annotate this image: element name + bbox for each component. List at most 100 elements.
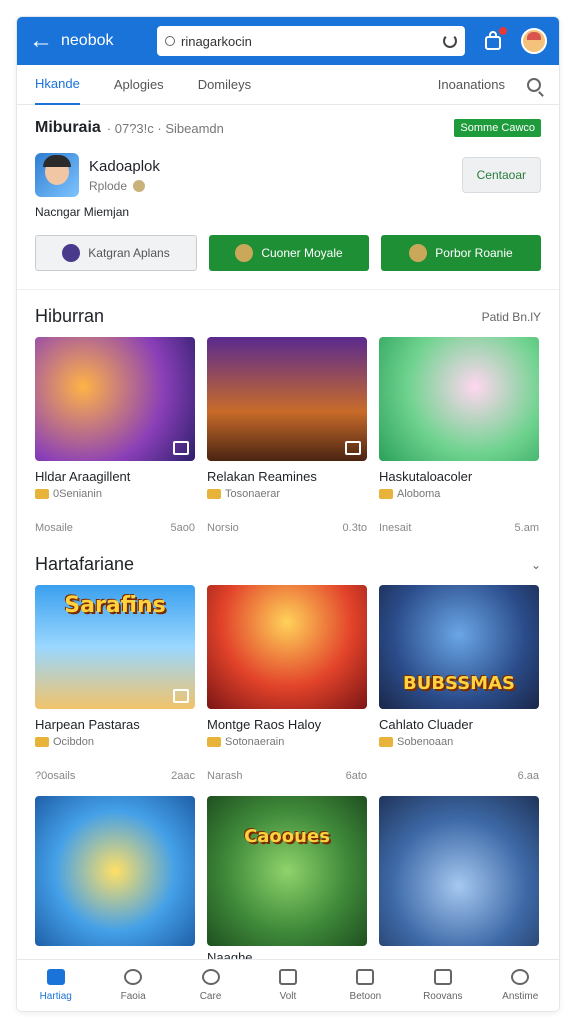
nav-label: Care [199,991,222,1002]
row-more-link[interactable]: Patid Bn.lY [482,310,541,324]
game-sub: Sotonaerain [207,736,367,748]
game-sub-text: Tosonaerar [225,488,281,500]
nav-anstime[interactable]: Anstime [482,960,559,1011]
nav-home[interactable]: Hartiag [17,960,94,1011]
nav-label: Roovans [423,991,463,1002]
section-title: Miburaia [35,119,101,136]
game-title: Relakan Reamines [207,469,317,484]
search-icon[interactable] [527,77,541,92]
section-meta: · 07?3!c · Sibeamdn [106,120,224,136]
profile-icon [511,969,530,985]
action-button-3-label: Porbor Roanie [435,246,513,260]
profile-row: Kadoaplok Rplode Centaoar [17,137,559,197]
game-card[interactable]: Haskutaloacoler Aloboma Inesait 5.am [379,337,539,534]
game-thumbnail [207,337,367,461]
card-grid: Caooues Naaghe [17,796,559,965]
feather-icon [62,244,81,262]
tab-apps[interactable]: Aplogies [114,65,164,104]
search-icon [201,969,220,985]
game-sub-text: Aloboma [397,488,441,500]
row-title: Hartafariane [35,554,135,574]
game-title: Haskutaloacoler [379,469,473,484]
coin-icon [133,179,146,192]
nav-label: Hartiag [39,991,72,1002]
nav-label: Betoon [349,991,382,1002]
game-card[interactable]: BUBSSMAS Cahlato Cluader Sobenoaan 6.aa [379,585,539,782]
action-buttons: Katgran Aplans Cuoner Moyale Porbor Roan… [17,219,559,271]
row-title: Hiburran [35,306,105,326]
game-thumbnail [35,796,195,946]
game-thumbnail [207,585,367,709]
address-text: rinagarkocin [181,33,252,49]
game-thumbnail [35,337,195,461]
game-card[interactable] [379,796,539,965]
game-card[interactable] [35,796,195,965]
game-card[interactable]: Montge Raos Haloy Sotonaerain Narash 6ato [207,585,367,782]
game-footer: Inesait 5.am [379,522,539,534]
game-sub: Tosonaerar [207,488,367,500]
contact-button[interactable]: Centaoar [461,157,541,193]
back-arrow-icon[interactable]: ← [29,29,53,53]
game-footer-left: Norsio [207,522,239,534]
game-sub-text: Sotonaerain [225,736,285,748]
action-button-3[interactable]: Porbor Roanie [381,235,541,271]
game-footer-right: 0.3to [342,522,367,534]
tag-icon [35,737,49,747]
address-bar[interactable]: rinagarkocin [157,26,465,56]
section-header: Miburaia · 07?3!c · Sibeamdn Somme Cawco [17,105,559,137]
game-footer-right: 6ato [345,770,367,782]
nav-care[interactable]: Care [172,960,249,1011]
nav-search[interactable]: Faoia [94,960,171,1011]
profile-avatar [35,153,79,197]
action-button-1[interactable]: Katgran Aplans [35,235,197,271]
refresh-icon[interactable] [443,34,457,48]
game-sub-text: Sobenoaan [397,736,454,748]
profile-sub: Rplode [89,179,160,193]
nav-label: Anstime [502,991,539,1002]
game-footer-right: 6.aa [517,770,539,782]
chevron-down-icon[interactable]: ⌄ [531,558,541,572]
tab-domains[interactable]: Domileys [198,65,251,104]
card-grid: Hldar Araagillent 0Senianin Mosaile 5ao0 … [17,337,559,534]
game-sub-text: Ocibdon [53,736,94,748]
game-logo-art: Sarafins [64,593,166,618]
game-footer: Mosaile 5ao0 [35,522,195,534]
nav-roovans[interactable]: Roovans [404,960,481,1011]
shopping-bag-icon[interactable] [483,27,507,51]
game-thumbnail [379,796,539,946]
tag-icon [207,737,221,747]
game-card[interactable]: Hldar Araagillent 0Senianin Mosaile 5ao0 [35,337,195,534]
game-footer-left: Mosaile [35,522,73,534]
card-grid: Sarafins Harpean Pastaras Ocibdon ?0osai… [17,585,559,782]
chat-icon [409,244,428,262]
game-footer: 6.aa [379,770,539,782]
game-footer-right: 5.am [514,522,539,534]
game-card[interactable]: Sarafins Harpean Pastaras Ocibdon ?0osai… [35,585,195,782]
game-card[interactable]: Caooues Naaghe [207,796,367,965]
tab-home[interactable]: Hkande [35,64,80,105]
action-button-1-label: Katgran Aplans [88,246,170,260]
game-footer-left: Inesait [379,522,412,534]
game-logo-art: Caooues [244,826,330,847]
profile-line: Nacngar Miemjan [35,205,130,219]
game-footer: Narash 6ato [207,770,367,782]
user-avatar[interactable] [521,28,547,54]
app-frame: ← neobok rinagarkocin Hkande Aplogies Do… [16,16,560,1012]
game-sub: Aloboma [379,488,539,500]
game-title: Hldar Araagillent [35,469,131,484]
coin-icon [235,244,254,262]
game-thumbnail [379,337,539,461]
game-title: Harpean Pastaras [35,717,140,732]
tab-notifications[interactable]: Inoanations [438,65,505,104]
nav-volt[interactable]: Volt [249,960,326,1011]
notification-dot [499,27,507,35]
app-title: neobok [61,32,114,49]
game-footer: Norsio 0.3to [207,522,367,534]
bottom-nav: Hartiag Faoia Care Volt Betoon Roovans A… [17,959,559,1011]
game-card[interactable]: Relakan Reamines Tosonaerar Norsio 0.3to [207,337,367,534]
status-badge: Somme Cawco [454,119,541,137]
fullscreen-icon [173,441,189,455]
nav-betoon[interactable]: Betoon [327,960,404,1011]
action-button-2[interactable]: Cuoner Moyale [209,235,369,271]
tag-icon [35,489,49,499]
